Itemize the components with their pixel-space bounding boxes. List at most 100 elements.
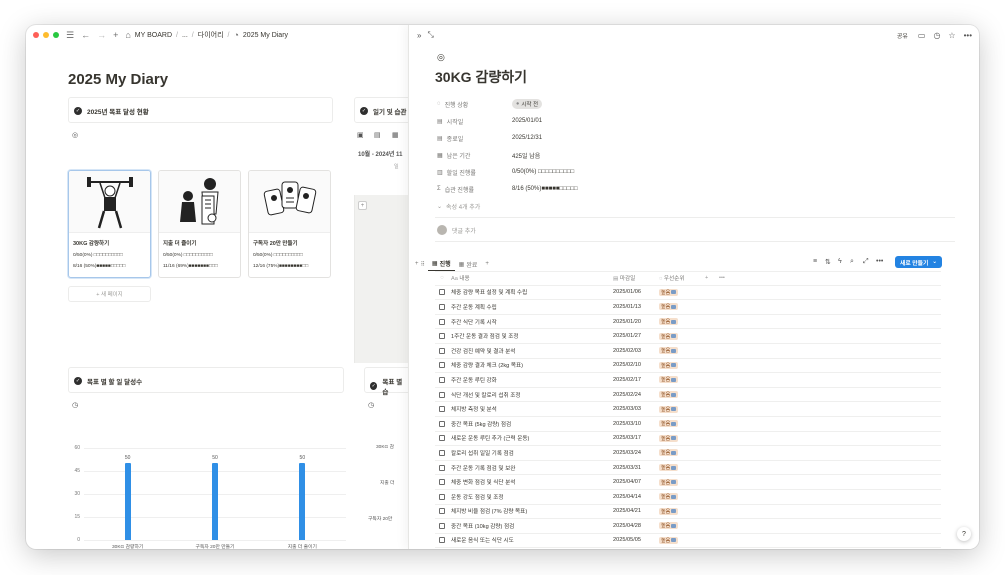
task-priority[interactable]: 높음 <box>657 332 705 340</box>
table-row[interactable]: 체지방 비율 점검 (7% 감량 목표) 2025/04/21 높음 <box>435 505 941 520</box>
priority-badge[interactable]: 높음 <box>659 536 679 544</box>
task-title[interactable]: 운동 강도 점검 및 조정 <box>449 493 611 501</box>
property-value[interactable]: 8/16 (50%)■■■■■□□□□□ <box>512 186 578 192</box>
task-due-date[interactable]: 2025/04/21 <box>611 508 657 514</box>
task-checkbox[interactable] <box>439 333 445 340</box>
priority-badge[interactable]: 높음 <box>659 332 679 340</box>
task-due-date[interactable]: 2025/01/27 <box>611 333 657 339</box>
property-value[interactable]: 2025/01/01 <box>512 118 542 124</box>
table-row[interactable]: 새로운 운동 루틴 추가 (근력 운동) 2025/03/17 높음 <box>435 432 941 447</box>
more-properties-toggle[interactable]: ⌄ 속성 4개 추가 <box>437 200 480 212</box>
column-header-due[interactable]: ▤ 마감일 <box>611 274 657 282</box>
checkbox-cell[interactable] <box>435 479 449 486</box>
breadcrumb-item[interactable]: MY BOARD <box>135 32 172 39</box>
maximize-window-button[interactable] <box>53 32 59 38</box>
share-button[interactable]: 공유 <box>897 31 908 40</box>
checkbox-cell[interactable] <box>435 303 449 310</box>
task-due-date[interactable]: 2025/01/20 <box>611 319 657 325</box>
task-checkbox[interactable] <box>439 420 445 427</box>
sort-icon[interactable]: ⇅ <box>825 258 831 266</box>
task-title[interactable]: 주간 운동 루틴 강화 <box>449 376 611 384</box>
column-header-priority[interactable]: ◌ 우선순위 <box>657 274 705 282</box>
task-priority[interactable]: 높음 <box>657 464 705 472</box>
table-row[interactable]: 주간 운동 계획 수립 2025/01/13 높음 <box>435 300 941 315</box>
priority-badge[interactable]: 높음 <box>659 420 679 428</box>
priority-badge[interactable]: 높음 <box>659 318 679 326</box>
task-due-date[interactable]: 2025/03/31 <box>611 465 657 471</box>
table-row[interactable]: 체지방 측정 및 분석 2025/03/03 높음 <box>435 402 941 417</box>
checkbox-cell[interactable] <box>435 420 449 427</box>
property-value[interactable]: 2025/12/31 <box>512 135 542 141</box>
checkbox-cell[interactable] <box>435 347 449 354</box>
checkbox-cell[interactable] <box>435 391 449 398</box>
breadcrumb-item[interactable]: 다이어리 <box>198 30 224 40</box>
task-due-date[interactable]: 2025/04/07 <box>611 479 657 485</box>
task-priority[interactable]: 높음 <box>657 478 705 486</box>
priority-badge[interactable]: 높음 <box>659 303 679 311</box>
priority-badge[interactable]: 높음 <box>659 405 679 413</box>
task-checkbox[interactable] <box>439 318 445 325</box>
chart-bar[interactable] <box>212 463 218 540</box>
calendar-view-icon[interactable]: ▦ <box>392 131 399 139</box>
checkbox-cell[interactable] <box>435 464 449 471</box>
search-icon[interactable]: ⌕ <box>850 258 854 266</box>
task-checkbox[interactable] <box>439 347 445 354</box>
more-icon[interactable]: ••• <box>876 258 883 265</box>
task-checkbox[interactable] <box>439 508 445 515</box>
chart-bar[interactable] <box>124 463 131 540</box>
comment-icon[interactable]: ▭ <box>918 31 926 40</box>
checkbox-cell[interactable] <box>435 493 449 500</box>
task-title[interactable]: 체중 감량 결과 체크 (2kg 목표) <box>449 361 611 369</box>
chevron-down-icon[interactable]: ⌄ <box>932 259 937 265</box>
column-header-content[interactable]: Aa 내용 <box>449 274 611 282</box>
task-title[interactable]: 식단 개선 및 칼로리 섭취 조정 <box>449 391 611 399</box>
task-priority[interactable]: 높음 <box>657 376 705 384</box>
checkbox-cell[interactable] <box>435 362 449 369</box>
priority-badge[interactable]: 높음 <box>659 288 679 296</box>
task-priority[interactable]: 높음 <box>657 303 705 311</box>
expand-icon[interactable]: ⤢ <box>863 258 869 266</box>
checkbox-cell[interactable] <box>435 318 449 325</box>
table-row[interactable]: 1주간 운동 결과 점검 및 조정 2025/01/27 높음 <box>435 329 941 344</box>
table-row[interactable]: 중간 목표 (10kg 감량) 점검 2025/04/28 높음 <box>435 519 941 534</box>
goal-card[interactable]: 구독자 20만 만들기 0/50(0%) □□□□□□□□□□ 12/16 (7… <box>248 170 331 278</box>
table-row[interactable]: 식단 개선 및 칼로리 섭취 조정 2025/02/24 높음 <box>435 388 941 403</box>
drag-handle-icon[interactable]: ⠿ <box>421 261 425 268</box>
property-value[interactable]: 425일 남음 <box>512 151 540 160</box>
task-checkbox[interactable] <box>439 406 445 413</box>
table-row[interactable]: 주간 식단 기록 시작 2025/01/20 높음 <box>435 315 941 330</box>
task-priority[interactable]: 높음 <box>657 536 705 544</box>
task-priority[interactable]: 높음 <box>657 318 705 326</box>
priority-badge[interactable]: 높음 <box>659 522 679 530</box>
breadcrumb-item[interactable]: ... <box>182 32 188 39</box>
priority-badge[interactable]: 높음 <box>659 478 679 486</box>
expand-icon[interactable]: ⤡ <box>427 30 433 40</box>
page-icon[interactable]: ◎ <box>437 52 445 63</box>
filter-icon[interactable]: ≡ <box>813 258 817 265</box>
task-title[interactable]: 중간 목표 (5kg 감량) 점검 <box>449 420 611 428</box>
property-value[interactable]: ● 시작 전 <box>512 99 543 109</box>
priority-badge[interactable]: 높음 <box>659 464 679 472</box>
task-priority[interactable]: 높음 <box>657 449 705 457</box>
task-priority[interactable]: 높음 <box>657 405 705 413</box>
priority-badge[interactable]: 높음 <box>659 507 679 515</box>
task-checkbox[interactable] <box>439 449 445 456</box>
table-row[interactable]: 새로운 음식 또는 식단 시도 2025/05/05 높음 <box>435 534 941 549</box>
priority-badge[interactable]: 높음 <box>659 449 679 457</box>
task-title[interactable]: 체지방 측정 및 분석 <box>449 405 611 413</box>
tab-done[interactable]: ▦ 완료 <box>455 257 482 271</box>
comment-row[interactable]: 댓글 추가 <box>437 224 476 236</box>
task-due-date[interactable]: 2025/02/24 <box>611 392 657 398</box>
back-arrow-icon[interactable]: ← <box>81 30 90 40</box>
add-icon[interactable]: + <box>415 261 419 267</box>
task-title[interactable]: 새로운 음식 또는 식단 시도 <box>449 536 611 544</box>
more-icon[interactable]: ••• <box>719 275 725 281</box>
task-title[interactable]: 주간 식단 기록 시작 <box>449 318 611 326</box>
task-due-date[interactable]: 2025/02/03 <box>611 348 657 354</box>
table-row[interactable]: 칼로리 섭취 일일 기록 점검 2025/03/24 높음 <box>435 446 941 461</box>
checkbox-cell[interactable] <box>435 508 449 515</box>
task-title[interactable]: 주간 운동 기록 점검 및 보완 <box>449 464 611 472</box>
task-due-date[interactable]: 2025/03/10 <box>611 421 657 427</box>
task-checkbox[interactable] <box>439 493 445 500</box>
select-all-icon[interactable]: ◌ <box>435 275 449 281</box>
